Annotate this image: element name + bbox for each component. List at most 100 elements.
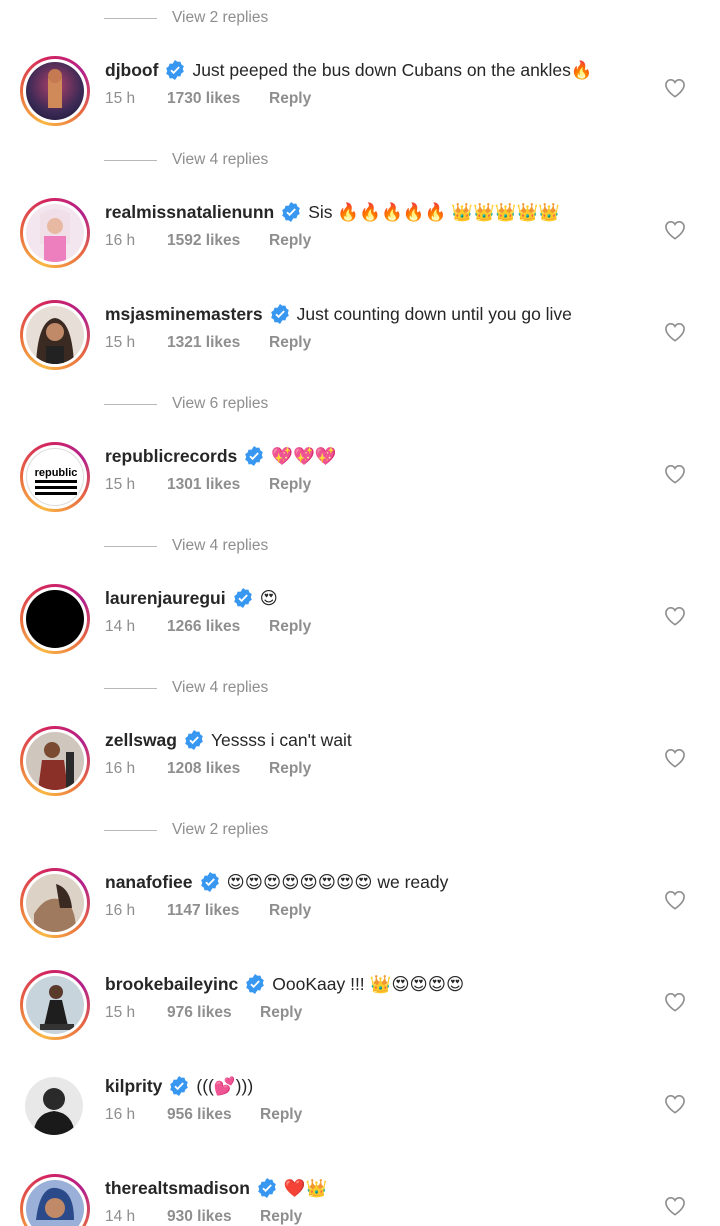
username[interactable]: nanafofiee: [105, 872, 193, 893]
likes-count[interactable]: 1321 likes: [167, 334, 269, 352]
username[interactable]: brookebaileyinc: [105, 974, 238, 995]
verified-badge-icon: [170, 1076, 189, 1096]
reply-button[interactable]: Reply: [269, 902, 311, 920]
comment-text: Sis 🔥🔥🔥🔥🔥 👑👑👑👑👑: [308, 201, 561, 222]
timestamp: 15 h: [105, 1004, 136, 1021]
verified-badge-icon: [246, 974, 265, 994]
avatar[interactable]: [20, 56, 90, 126]
view-replies-button[interactable]: View 2 replies: [104, 818, 268, 842]
avatar[interactable]: [20, 868, 90, 938]
comment-text: ❤️👑: [283, 1177, 328, 1198]
avatar[interactable]: [20, 1174, 90, 1226]
avatar[interactable]: [20, 198, 90, 268]
comment-item: therealtsmadison ❤️👑 14 h 930 likes Repl…: [0, 1174, 720, 1226]
avatar[interactable]: [20, 584, 90, 654]
view-replies-label: View 2 replies: [172, 9, 269, 26]
timestamp: 16 h: [105, 232, 136, 249]
timestamp: 16 h: [105, 1106, 136, 1123]
avatar[interactable]: [20, 1072, 90, 1142]
verified-badge-icon: [200, 872, 219, 892]
likes-count[interactable]: 1592 likes: [167, 232, 269, 250]
timestamp: 16 h: [105, 902, 136, 919]
reply-button[interactable]: Reply: [269, 90, 311, 108]
view-replies-button[interactable]: View 4 replies: [104, 148, 268, 172]
comment-text: 💖💖💖: [271, 445, 337, 466]
verified-badge-icon: [233, 588, 252, 608]
comment-item: kilprity (((💕))) 16 h 956 likes Reply: [0, 1072, 720, 1162]
likes-count[interactable]: 930 likes: [167, 1208, 260, 1226]
comment-item: realmissnatalienunn Sis 🔥🔥🔥🔥🔥 👑👑👑👑👑 16 h…: [0, 198, 720, 288]
view-replies-button[interactable]: View 4 replies: [104, 676, 268, 700]
avatar[interactable]: [20, 726, 90, 796]
reply-button[interactable]: Reply: [269, 334, 311, 352]
heart-icon[interactable]: [664, 220, 686, 240]
reply-button[interactable]: Reply: [260, 1106, 302, 1124]
username[interactable]: zellswag: [105, 730, 177, 751]
divider: [104, 545, 157, 547]
timestamp: 14 h: [105, 1208, 136, 1225]
heart-icon[interactable]: [664, 748, 686, 768]
username[interactable]: msjasminemasters: [105, 304, 263, 325]
likes-count[interactable]: 1730 likes: [167, 90, 269, 108]
comment-text: Just peeped the bus down Cubans on the a…: [192, 59, 593, 80]
avatar[interactable]: [20, 970, 90, 1040]
timestamp: 14 h: [105, 618, 136, 635]
view-replies-label: View 4 replies: [172, 679, 269, 696]
username[interactable]: realmissnatalienunn: [105, 202, 274, 223]
comment-item: republic republicrecords 💖💖💖 15 h 1301 l…: [0, 442, 720, 532]
username[interactable]: djboof: [105, 60, 158, 81]
avatar[interactable]: [20, 300, 90, 370]
timestamp: 15 h: [105, 90, 136, 107]
reply-button[interactable]: Reply: [269, 760, 311, 778]
username[interactable]: therealtsmadison: [105, 1178, 250, 1199]
heart-icon[interactable]: [664, 992, 686, 1012]
comment-text: Just counting down until you go live: [296, 303, 572, 324]
comment-text: Yessss i can't wait: [210, 729, 352, 750]
view-replies-button[interactable]: View 2 replies: [104, 6, 268, 30]
view-replies-label: View 6 replies: [172, 395, 269, 412]
reply-button[interactable]: Reply: [269, 476, 311, 494]
verified-badge-icon: [270, 304, 289, 324]
username[interactable]: republicrecords: [105, 446, 237, 467]
divider: [104, 403, 157, 405]
view-replies-label: View 4 replies: [172, 151, 269, 168]
reply-button[interactable]: Reply: [269, 232, 311, 250]
view-replies-label: View 4 replies: [172, 537, 269, 554]
verified-badge-icon: [282, 202, 301, 222]
likes-count[interactable]: 1266 likes: [167, 618, 269, 636]
timestamp: 16 h: [105, 760, 136, 777]
view-replies-button[interactable]: View 6 replies: [104, 392, 268, 416]
view-replies-label: View 2 replies: [172, 821, 269, 838]
likes-count[interactable]: 1301 likes: [167, 476, 269, 494]
timestamp: 15 h: [105, 476, 136, 493]
heart-icon[interactable]: [664, 78, 686, 98]
likes-count[interactable]: 976 likes: [167, 1004, 260, 1022]
divider: [104, 159, 157, 161]
reply-button[interactable]: Reply: [269, 618, 311, 636]
divider: [104, 687, 157, 689]
verified-badge-icon: [185, 730, 203, 750]
logo-text: republic: [35, 467, 78, 479]
view-replies-button[interactable]: View 4 replies: [104, 534, 268, 558]
heart-icon[interactable]: [664, 606, 686, 626]
heart-icon[interactable]: [664, 322, 686, 342]
username[interactable]: laurenjauregui: [105, 588, 226, 609]
reply-button[interactable]: Reply: [260, 1208, 302, 1226]
likes-count[interactable]: 1147 likes: [167, 902, 269, 920]
avatar[interactable]: republic: [20, 442, 90, 512]
heart-icon[interactable]: [664, 1094, 686, 1114]
heart-icon[interactable]: [664, 890, 686, 910]
comments-feed: View 2 replies djboof Just peeped the bu…: [0, 0, 720, 1226]
verified-badge-icon: [245, 446, 264, 466]
likes-count[interactable]: 1208 likes: [167, 760, 269, 778]
comment-item: msjasminemasters Just counting down unti…: [0, 300, 720, 390]
username[interactable]: kilprity: [105, 1076, 162, 1097]
reply-button[interactable]: Reply: [260, 1004, 302, 1022]
heart-icon[interactable]: [664, 1196, 686, 1216]
divider: [104, 829, 157, 831]
comment-item: brookebaileyinc OooKaay !!! 👑😍😍😍😍 15 h 9…: [0, 970, 720, 1060]
likes-count[interactable]: 956 likes: [167, 1106, 260, 1124]
heart-icon[interactable]: [664, 464, 686, 484]
timestamp: 15 h: [105, 334, 136, 351]
comment-text: 😍: [259, 587, 278, 608]
